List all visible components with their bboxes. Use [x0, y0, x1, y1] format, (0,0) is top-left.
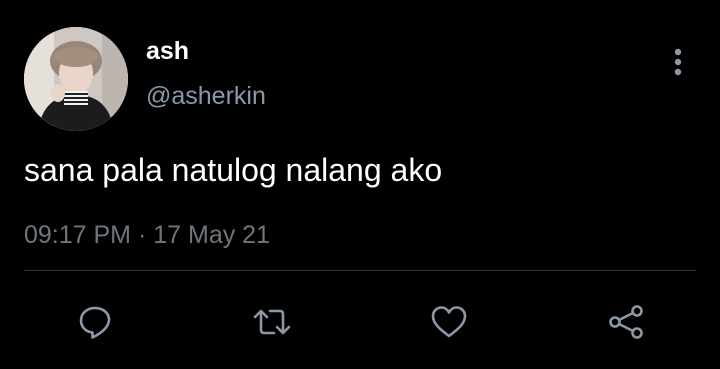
more-options-button[interactable]: [666, 44, 690, 80]
share-icon: [609, 305, 643, 339]
user-handle[interactable]: @asherkin: [146, 81, 266, 111]
retweet-icon: [253, 309, 291, 335]
more-vertical-icon: [674, 48, 682, 76]
reply-icon: [79, 306, 111, 339]
avatar[interactable]: [24, 27, 128, 131]
like-heart-icon: [431, 306, 467, 338]
retweet-button[interactable]: [250, 300, 294, 344]
like-button[interactable]: [427, 300, 471, 344]
share-button[interactable]: [604, 300, 648, 344]
tweet-text: sana pala natulog nalang ako: [24, 152, 443, 188]
tweet-date: 17 May 21: [153, 221, 270, 249]
tweet-timestamp[interactable]: 09:17 PM · 17 May 21: [24, 219, 270, 251]
divider: [24, 270, 696, 271]
reply-button[interactable]: [73, 300, 117, 344]
tweet-time: 09:17 PM: [24, 221, 132, 249]
meta-separator: ·: [137, 221, 147, 249]
avatar-photo: [24, 27, 128, 131]
display-name[interactable]: ash: [146, 36, 189, 66]
